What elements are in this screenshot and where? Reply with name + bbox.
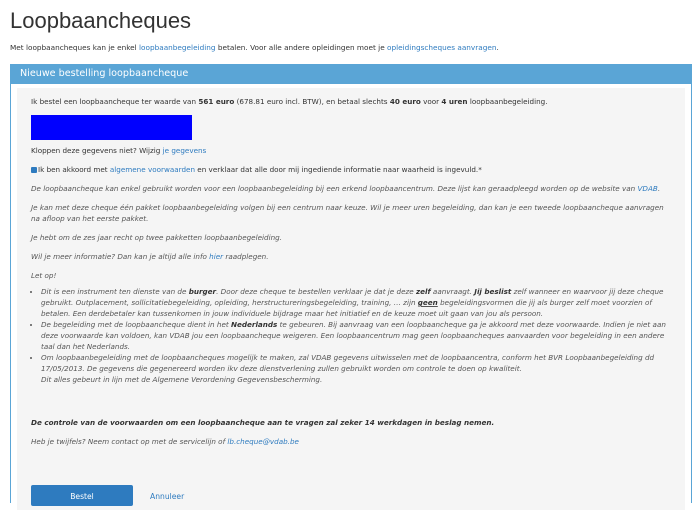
edit-data-link[interactable]: je gegevens xyxy=(163,146,207,155)
agree-checkbox[interactable] xyxy=(31,167,37,173)
check-prefix: Kloppen deze gegevens niet? Wijzig xyxy=(31,146,163,155)
order-text-3: voor xyxy=(420,97,442,106)
b1-c: aanvraagt. xyxy=(430,287,475,296)
list-item: Dit is een instrument ten dienste van de… xyxy=(41,286,671,319)
b1-geen: geen xyxy=(417,298,438,307)
email-link[interactable]: lb.cheque@vdab.be xyxy=(227,437,299,446)
info-meer: Wil je meer informatie? Dan kan je altij… xyxy=(31,251,671,262)
panel-heading: Nieuwe bestelling loopbaancheque xyxy=(11,65,691,84)
info1-end: . xyxy=(657,184,661,193)
list-item: De begeleiding met de loopbaancheque die… xyxy=(41,319,671,352)
redacted-user-data xyxy=(31,115,192,140)
vdab-link[interactable]: VDAB xyxy=(638,184,658,193)
order-text-4: loopbaanbegeleiding. xyxy=(467,97,548,106)
order-text-1: Ik bestel een loopbaancheque ter waarde … xyxy=(31,97,199,106)
info1-text: De loopbaancheque kan enkel gebruikt wor… xyxy=(31,184,638,193)
list-item: Om loopbaanbegeleiding met de loopbaanch… xyxy=(41,352,671,385)
intro-middle: betalen. Voor alle andere opleidingen mo… xyxy=(215,43,388,52)
intro-prefix: Met loopbaancheques kan je enkel xyxy=(10,43,140,52)
b3-b: Dit alles gebeurt in lijn met de Algemen… xyxy=(41,375,323,384)
info4-prefix: Wil je meer informatie? Dan kan je altij… xyxy=(31,252,210,261)
info4-suffix: raadplegen. xyxy=(223,252,269,261)
check-data-line: Kloppen deze gegevens niet? Wijzig je ge… xyxy=(31,145,671,156)
agree-prefix: Ik ben akkoord met xyxy=(38,165,110,174)
b1-zelf: zelf xyxy=(415,287,431,296)
b3-a: Om loopbaanbegeleiding met de loopbaanch… xyxy=(41,353,655,373)
b2-a: De begeleiding met de loopbaancheque die… xyxy=(41,320,231,329)
intro-suffix: . xyxy=(496,43,499,52)
panel-body: Ik bestel een loopbaancheque ter waarde … xyxy=(17,88,685,522)
order-hours: 4 uren xyxy=(441,97,468,106)
page: Loopbaancheques Met loopbaancheques kan … xyxy=(0,0,697,522)
order-text-2: (678.81 euro incl. BTW), en betaal slech… xyxy=(234,97,390,106)
twijfels-prefix: Heb je twijfels? Neem contact op met de … xyxy=(31,437,228,446)
hier-link[interactable]: hier xyxy=(209,252,223,261)
b1-b: . Door deze cheque te bestellen verklaar… xyxy=(216,287,416,296)
page-title: Loopbaancheques xyxy=(10,8,192,33)
order-panel: Nieuwe bestelling loopbaancheque Ik best… xyxy=(10,64,692,522)
conditions-list: Dit is een instrument ten dienste van de… xyxy=(31,286,671,385)
twijfels-line: Heb je twijfels? Neem contact op met de … xyxy=(31,436,671,447)
info-pakket: Je kan met deze cheque één pakket loopba… xyxy=(31,203,664,223)
cancel-link[interactable]: Annuleer xyxy=(150,491,184,502)
intro-text: Met loopbaancheques kan je enkel loopbaa… xyxy=(10,43,499,52)
b1-beslist: Jij beslist xyxy=(474,287,512,296)
terms-link[interactable]: algemene voorwaarden xyxy=(110,165,195,174)
let-op-label: Let op! xyxy=(31,271,57,280)
order-pay: 40 euro xyxy=(389,97,421,106)
order-summary: Ik bestel een loopbaancheque ter waarde … xyxy=(31,96,671,107)
info-zes-jaar: Je hebt om de zes jaar recht op twee pak… xyxy=(31,233,282,242)
opleidingscheques-link[interactable]: opleidingscheques aanvragen xyxy=(387,43,496,52)
b1-burger: burger xyxy=(188,287,217,296)
b2-nl: Nederlands xyxy=(230,320,278,329)
agree-line: Ik ben akkoord met algemene voorwaarden … xyxy=(31,164,671,175)
loopbaanbegeleiding-link[interactable]: loopbaanbegeleiding xyxy=(139,43,216,52)
controle-text: De controle van de voorwaarden om een lo… xyxy=(31,418,495,427)
order-amount: 561 euro xyxy=(198,97,235,106)
info-erkend: De loopbaancheque kan enkel gebruikt wor… xyxy=(31,183,671,194)
b1-a: Dit is een instrument ten dienste van de xyxy=(41,287,189,296)
agree-suffix: en verklaar dat alle door mij ingediende… xyxy=(195,165,482,174)
